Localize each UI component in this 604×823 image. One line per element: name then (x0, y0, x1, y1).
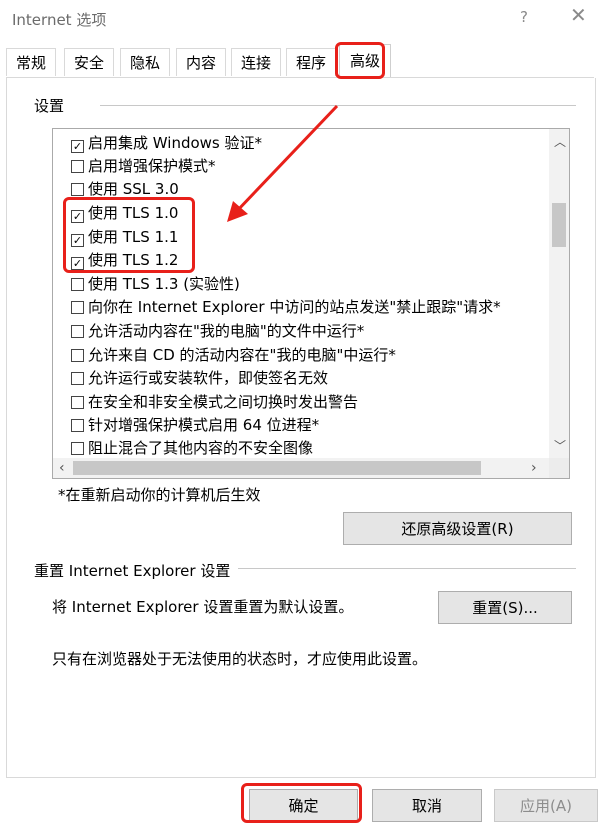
annotation-arrow (227, 104, 339, 222)
arrow-line (234, 104, 339, 214)
